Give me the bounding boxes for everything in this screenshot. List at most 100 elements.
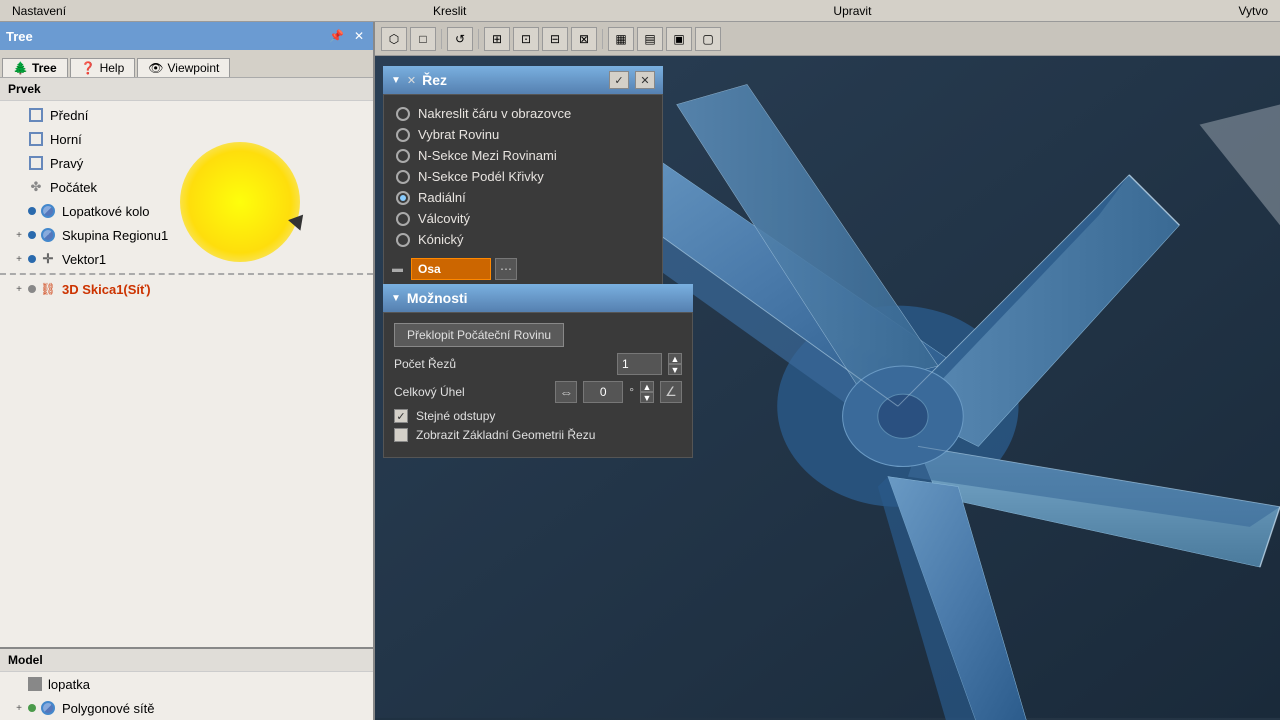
main-area: Tree 📌 ✕ 🌲 Tree ❓ Help 👁 Viewpoint Prvek [0,22,1280,720]
zobrazit-checkbox[interactable] [394,428,408,442]
osa-row: ▬ Osa ⋯ [392,258,654,280]
expand-icon [12,156,26,170]
collapse-arrow-icon[interactable]: ▼ [391,75,401,86]
toolbar-btn-10[interactable]: ▣ [666,27,692,51]
expand-icon [12,132,26,146]
celkovy-uhel-down-button[interactable]: ▼ [640,392,654,403]
tree-item[interactable]: + Skupina Regionu1 [0,223,373,247]
model-section: Model lopatka + Polygonové sítě [0,647,373,720]
radio-circle-nsekce-podel [396,170,410,184]
pocet-rezu-row: Počet Řezů ▲ ▼ [394,353,682,375]
tree-item[interactable]: + Polygonové sítě [0,696,373,720]
tree-title-icons: 📌 ✕ [326,28,367,44]
expand-icon [12,180,26,194]
radio-valcovity[interactable]: Válcovitý [392,208,654,229]
viewport[interactable]: ⬡ □ ↺ ⊞ ⊡ ⊟ ⊠ ▦ ▤ ▣ ▢ [375,22,1280,720]
radio-circle-radialni [396,191,410,205]
tree-title: Tree [6,29,33,44]
radio-nsekce-podel[interactable]: N-Sekce Podél Křivky [392,166,654,187]
dot-icon [28,207,36,215]
tree-item[interactable]: Pravý [0,151,373,175]
expand-icon [12,204,26,218]
celkovy-uhel-label: Celkový Úhel [394,385,465,399]
dot-icon [28,704,36,712]
dot-icon [28,255,36,263]
radio-vybrat[interactable]: Vybrat Rovinu [392,124,654,145]
tree-pin-button[interactable]: 📌 [326,28,347,44]
toolbar-btn-8[interactable]: ▦ [608,27,634,51]
tab-help[interactable]: ❓ Help [70,58,136,77]
celkovy-uhel-up-button[interactable]: ▲ [640,381,654,392]
stejne-row: Stejné odstupy [394,409,682,423]
tree-close-button[interactable]: ✕ [351,28,367,44]
tree-item-label: lopatka [48,677,90,692]
osa-dots-button[interactable]: ⋯ [495,258,517,280]
toolbar-btn-11[interactable]: ▢ [695,27,721,51]
stejne-label: Stejné odstupy [416,409,495,423]
box-icon [28,107,44,123]
toolbar-btn-9[interactable]: ▤ [637,27,663,51]
osa-input[interactable]: Osa [411,258,491,280]
toolbar-btn-3[interactable]: ↺ [447,27,473,51]
radio-label-nsekce-mezi: N-Sekce Mezi Rovinami [418,148,557,163]
tree-item-label: Přední [50,108,88,123]
toolbar-btn-6[interactable]: ⊟ [542,27,568,51]
toolbar-btn-2[interactable]: □ [410,27,436,51]
tree-item[interactable]: Lopatkové kolo [0,199,373,223]
rez-close-button[interactable]: ✕ [635,71,655,89]
box-icon [28,131,44,147]
tree-item[interactable]: Přední [0,103,373,127]
rez-panel-title: Řez [422,72,603,88]
rez-confirm-button[interactable]: ✓ [609,71,629,89]
tab-tree[interactable]: 🌲 Tree [2,58,68,77]
menu-kreslit[interactable]: Kreslit [425,2,474,20]
origin-icon: ✤ [28,179,44,195]
globe-icon [40,700,56,716]
radio-circle-nsekce-mezi [396,149,410,163]
collapse-small-icon: ✕ [407,74,416,87]
tree-item[interactable]: Horní [0,127,373,151]
toolbar-btn-4[interactable]: ⊞ [484,27,510,51]
globe-icon [40,227,56,243]
tree-item-label: Polygonové sítě [62,701,155,716]
flip-arrows-button[interactable]: ⇔ [555,381,577,403]
expand-icon: + [12,701,26,715]
tree-item-label: Lopatkové kolo [62,204,149,219]
pocet-rezu-input[interactable] [617,353,662,375]
menu-nastaveni[interactable]: Nastavení [4,2,74,20]
flip-button[interactable]: Překlopit Počáteční Rovinu [394,323,564,347]
menu-upravit[interactable]: Upravit [825,2,879,20]
pocet-rezu-up-button[interactable]: ▲ [668,353,682,364]
radio-konicky[interactable]: Kónický [392,229,654,250]
moznosti-panel: ▼ Možnosti Překlopit Počáteční Rovinu Po… [383,284,693,458]
toolbar-btn-7[interactable]: ⊠ [571,27,597,51]
tree-title-bar: Tree 📌 ✕ [0,22,373,50]
expand-icon [12,108,26,122]
zobrazit-row: Zobrazit Základní Geometrii Řezu [394,428,682,442]
tree-tab-icon: 🌲 [13,61,28,75]
osa-collapse-icon[interactable]: ▬ [392,263,403,275]
menu-vytvo[interactable]: Vytvo [1230,2,1276,20]
radio-circle-valcovity [396,212,410,226]
tree-item[interactable]: + ⛓ 3D Skica1(Síť) [0,277,373,301]
toolbar-btn-1[interactable]: ⬡ [381,27,407,51]
globe-icon [40,203,56,219]
tree-panel: Tree 📌 ✕ 🌲 Tree ❓ Help 👁 Viewpoint Prvek [0,22,375,720]
radio-circle-nakreslit [396,107,410,121]
tree-item[interactable]: ✤ Počátek [0,175,373,199]
angle-icon: ∠ [660,381,682,403]
tree-item[interactable]: lopatka [0,672,373,696]
radio-nakreslit[interactable]: Nakreslit čáru v obrazovce [392,103,654,124]
tab-viewpoint[interactable]: 👁 Viewpoint [137,58,230,77]
moznosti-panel-header: ▼ Možnosti [383,284,693,312]
celkovy-uhel-input[interactable] [583,381,623,403]
help-tab-icon: ❓ [81,61,96,75]
toolbar-btn-5[interactable]: ⊡ [513,27,539,51]
radio-nsekce-mezi[interactable]: N-Sekce Mezi Rovinami [392,145,654,166]
pocet-rezu-down-button[interactable]: ▼ [668,364,682,375]
moznosti-collapse-icon[interactable]: ▼ [391,293,401,304]
tree-item[interactable]: + ✛ Vektor1 [0,247,373,271]
stejne-checkbox[interactable] [394,409,408,423]
radio-radialni[interactable]: Radiální [392,187,654,208]
zobrazit-label: Zobrazit Základní Geometrii Řezu [416,428,595,442]
